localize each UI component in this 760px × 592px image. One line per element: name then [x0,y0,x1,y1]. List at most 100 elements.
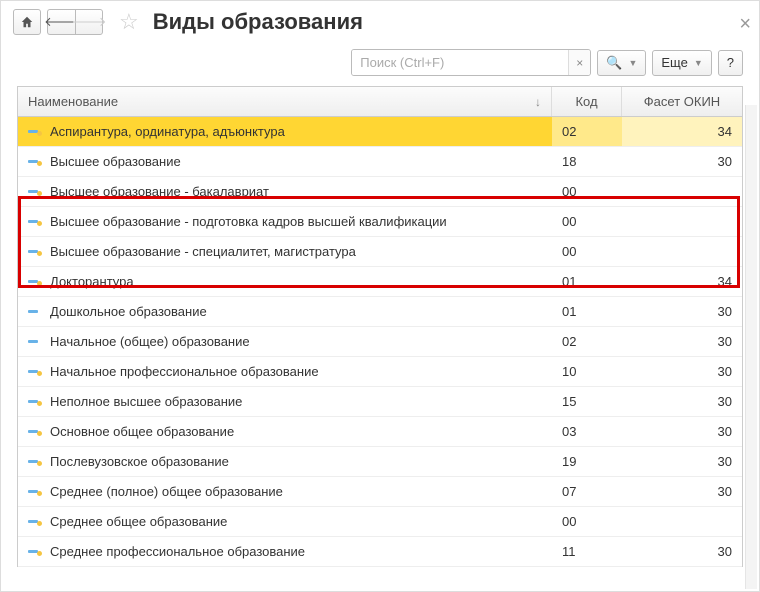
cell-name: Дошкольное образование [18,297,552,326]
cell-code: 00 [552,177,622,206]
row-name-text: Основное общее образование [50,424,234,439]
table-row[interactable]: Докторантура0134 [18,267,742,297]
row-item-icon [28,487,42,497]
cell-code: 18 [552,147,622,176]
row-name-text: Дошкольное образование [50,304,207,319]
row-item-icon [28,457,42,467]
nav-group: 🡐 🡒 [47,9,103,35]
table-row[interactable]: Среднее профессиональное образование1130 [18,537,742,567]
cell-code: 00 [552,507,622,536]
cell-facet [622,237,742,266]
table-row[interactable]: Высшее образование 1830 [18,147,742,177]
cell-name: Неполное высшее образование [18,387,552,416]
more-button[interactable]: Еще▼ [652,50,711,76]
cell-facet: 30 [622,537,742,566]
search-input[interactable] [352,50,568,75]
home-button[interactable] [13,9,41,35]
row-item-icon [28,307,42,317]
cell-name: Основное общее образование [18,417,552,446]
cell-name: Среднее общее образование [18,507,552,536]
search-clear-button[interactable]: × [568,50,590,75]
row-name-text: Начальное (общее) образование [50,334,250,349]
row-name-text: Неполное высшее образование [50,394,242,409]
cell-facet: 30 [622,147,742,176]
row-name-text: Высшее образование - подготовка кадров в… [50,214,447,229]
cell-code: 19 [552,447,622,476]
cell-code: 03 [552,417,622,446]
topbar: 🡐 🡒 ☆ Виды образования × [1,1,759,43]
row-item-icon [28,277,42,287]
row-name-text: Высшее образование [50,154,181,169]
vertical-scrollbar[interactable] [745,105,757,589]
row-name-text: Аспирантура, ординатура, адъюнктура [50,124,285,139]
row-item-icon [28,367,42,377]
table-row[interactable]: Высшее образование - бакалавриат 00 [18,177,742,207]
table-row[interactable]: Начальное профессиональное образование10… [18,357,742,387]
row-name-text: Высшее образование - бакалавриат [50,184,269,199]
table-body: Аспирантура, ординатура, адъюнктура0234В… [18,117,742,567]
table-row[interactable]: Аспирантура, ординатура, адъюнктура 0234 [18,117,742,147]
table-row[interactable]: Неполное высшее образование 1530 [18,387,742,417]
cell-code: 00 [552,237,622,266]
row-name-text: Среднее профессиональное образование [50,544,305,559]
search-box: × [351,49,591,76]
cell-name: Высшее образование - специалитет, магист… [18,237,552,266]
cell-name: Среднее профессиональное образование [18,537,552,566]
row-name-text: Послевузовское образование [50,454,229,469]
column-header-name[interactable]: Наименование ↓ [18,87,552,116]
row-item-icon [28,247,42,257]
close-icon[interactable]: × [739,13,751,36]
toolbar: × 🔍▼ Еще▼ ? [1,43,759,86]
row-item-icon [28,217,42,227]
cell-code: 00 [552,207,622,236]
table-row[interactable]: Среднее (полное) общее образование 0730 [18,477,742,507]
cell-name: Начальное (общее) образование [18,327,552,356]
education-types-table: Наименование ↓ Код Фасет ОКИН Аспирантур… [17,86,743,567]
cell-code: 10 [552,357,622,386]
row-name-text: Докторантура [50,274,134,289]
cell-code: 01 [552,267,622,296]
row-item-icon [28,517,42,527]
forward-button[interactable]: 🡒 [75,9,103,35]
search-dropdown-button[interactable]: 🔍▼ [597,50,646,76]
cell-name: Начальное профессиональное образование [18,357,552,386]
table-row[interactable]: Высшее образование - специалитет, магист… [18,237,742,267]
cell-name: Среднее (полное) общее образование [18,477,552,506]
table-row[interactable]: Начальное (общее) образование0230 [18,327,742,357]
table-header: Наименование ↓ Код Фасет ОКИН [18,87,742,117]
cell-facet: 30 [622,447,742,476]
cell-code: 15 [552,387,622,416]
magnifier-icon: 🔍 [606,55,622,71]
cell-facet [622,177,742,206]
row-name-text: Высшее образование - специалитет, магист… [50,244,356,259]
cell-name: Аспирантура, ординатура, адъюнктура [18,117,552,146]
column-header-facet[interactable]: Фасет ОКИН [622,87,742,116]
cell-facet: 30 [622,477,742,506]
table-row[interactable]: Дошкольное образование0130 [18,297,742,327]
cell-name: Докторантура [18,267,552,296]
table-row[interactable]: Высшее образование - подготовка кадров в… [18,207,742,237]
table-row[interactable]: Основное общее образование 0330 [18,417,742,447]
column-header-code[interactable]: Код [552,87,622,116]
cell-facet [622,207,742,236]
cell-facet: 30 [622,357,742,386]
cell-name: Послевузовское образование [18,447,552,476]
cell-facet: 30 [622,297,742,326]
row-item-icon [28,127,42,137]
page-title: Виды образования [153,9,363,35]
cell-code: 07 [552,477,622,506]
row-item-icon [28,187,42,197]
cell-facet: 30 [622,417,742,446]
help-button[interactable]: ? [718,50,743,76]
table-row[interactable]: Среднее общее образование00 [18,507,742,537]
favorite-star-icon[interactable]: ☆ [119,9,139,35]
row-item-icon [28,427,42,437]
table-row[interactable]: Послевузовское образование 1930 [18,447,742,477]
cell-name: Высшее образование - бакалавриат [18,177,552,206]
cell-name: Высшее образование [18,147,552,176]
cell-code: 02 [552,117,622,146]
more-label: Еще [661,55,687,70]
cell-facet: 34 [622,117,742,146]
cell-facet: 30 [622,387,742,416]
row-name-text: Среднее (полное) общее образование [50,484,283,499]
